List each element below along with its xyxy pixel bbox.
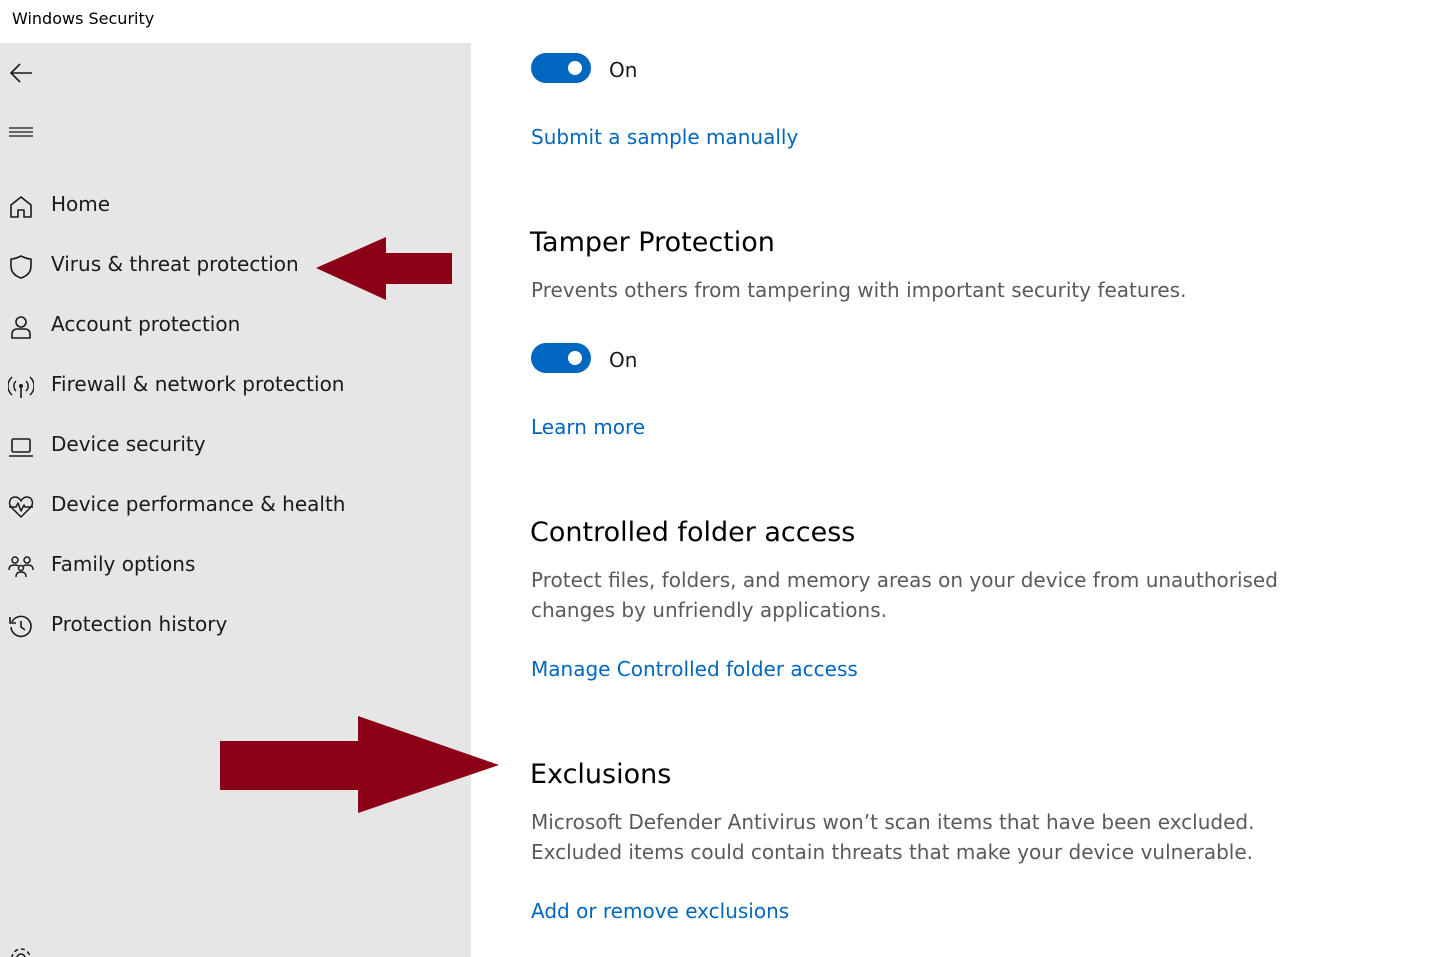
- sidebar-item-home[interactable]: Home: [0, 182, 471, 230]
- sample-submission-toggle[interactable]: [531, 53, 591, 83]
- manage-controlled-folder-access-link[interactable]: Manage Controlled folder access: [531, 657, 858, 681]
- sidebar-item-device-security[interactable]: Device security: [0, 422, 471, 470]
- sidebar-item-protection-history[interactable]: Protection history: [0, 602, 471, 650]
- sidebar-item-label: Device performance & health: [51, 492, 346, 516]
- sidebar-item-label: Home: [51, 192, 111, 216]
- sidebar-item-label: Firewall & network protection: [51, 372, 345, 396]
- sidebar-item-label: Protection history: [51, 612, 228, 636]
- history-icon: [8, 614, 34, 640]
- hamburger-menu-icon[interactable]: [8, 121, 36, 143]
- window-title: Windows Security: [12, 9, 155, 28]
- exclusions-title: Exclusions: [530, 759, 672, 790]
- main-content: On Submit a sample manually Tamper Prote…: [471, 43, 1453, 957]
- tamper-protection-toggle[interactable]: [531, 343, 591, 373]
- annotation-arrow-right: [220, 716, 499, 813]
- family-icon: [8, 554, 34, 580]
- sidebar-item-firewall-network-protection[interactable]: Firewall & network protection: [0, 362, 471, 410]
- tamper-protection-title: Tamper Protection: [530, 227, 775, 258]
- annotation-arrow-left: [316, 237, 452, 300]
- toggle-knob: [568, 61, 582, 75]
- exclusions-description: Microsoft Defender Antivirus won’t scan …: [531, 810, 1255, 864]
- sidebar-item-label: Virus & threat protection: [51, 252, 299, 276]
- gear-icon[interactable]: [8, 945, 34, 957]
- laptop-icon: [8, 434, 34, 460]
- home-icon: [8, 194, 34, 220]
- tamper-protection-description: Prevents others from tampering with impo…: [531, 278, 1187, 302]
- sidebar-item-label: Account protection: [51, 312, 241, 336]
- sidebar-item-label: Family options: [51, 552, 196, 576]
- add-remove-exclusions-link[interactable]: Add or remove exclusions: [531, 899, 789, 923]
- title-bar: Windows Security: [0, 0, 1453, 43]
- antenna-icon: [7, 374, 35, 400]
- sidebar-item-family-options[interactable]: Family options: [0, 542, 471, 590]
- toggle-knob: [568, 351, 582, 365]
- heart-pulse-icon: [8, 494, 34, 520]
- sample-submission-toggle-state: On: [609, 58, 638, 82]
- sidebar-item-device-performance-health[interactable]: Device performance & health: [0, 482, 471, 530]
- submit-sample-link[interactable]: Submit a sample manually: [531, 125, 798, 149]
- learn-more-link[interactable]: Learn more: [531, 415, 645, 439]
- sidebar: Home Virus & threat protection Account p…: [0, 43, 471, 957]
- tamper-protection-toggle-state: On: [609, 348, 638, 372]
- sidebar-item-label: Device security: [51, 432, 206, 456]
- person-icon: [8, 314, 34, 340]
- controlled-folder-access-description: Protect files, folders, and memory areas…: [531, 568, 1278, 622]
- controlled-folder-access-title: Controlled folder access: [530, 517, 856, 548]
- shield-icon: [8, 254, 34, 280]
- sidebar-item-account-protection[interactable]: Account protection: [0, 302, 471, 350]
- back-arrow-icon[interactable]: [8, 59, 36, 87]
